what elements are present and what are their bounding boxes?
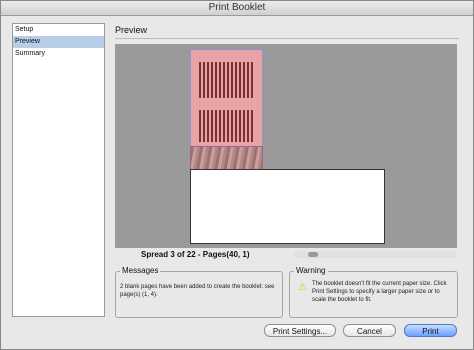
- messages-box: Messages 2 blank pages have been added t…: [115, 266, 283, 318]
- spread-scrollbar[interactable]: [294, 251, 457, 258]
- spread-label: Spread 3 of 22 - Pages(40, 1): [141, 250, 250, 259]
- divider: [115, 38, 459, 39]
- sidebar-item-summary[interactable]: Summary: [13, 48, 104, 60]
- print-booklet-dialog: Print Booklet Setup Preview Summary Prev…: [0, 0, 474, 350]
- sidebar: Setup Preview Summary: [12, 23, 105, 317]
- cancel-button[interactable]: Cancel: [343, 324, 396, 337]
- warning-icon: ⚠: [298, 282, 307, 293]
- scroll-thumb[interactable]: [308, 252, 318, 257]
- blank-page: [190, 169, 385, 244]
- page-graphic: [199, 110, 254, 142]
- messages-title: Messages: [120, 266, 161, 275]
- print-settings-button[interactable]: Print Settings...: [264, 324, 336, 337]
- window-title: Print Booklet: [1, 1, 473, 16]
- print-button[interactable]: Print: [404, 324, 457, 337]
- warning-text: The booklet doesn't fit the current pape…: [312, 281, 447, 303]
- warning-box: Warning ⚠ The booklet doesn't fit the cu…: [289, 266, 458, 318]
- messages-text: 2 blank pages have been added to create …: [120, 284, 275, 298]
- sidebar-item-preview[interactable]: Preview: [13, 36, 104, 48]
- page-graphic: [199, 62, 254, 98]
- page-title: Preview: [115, 25, 148, 35]
- sidebar-item-setup[interactable]: Setup: [13, 24, 104, 36]
- preview-canvas: [115, 44, 457, 248]
- warning-title: Warning: [294, 266, 328, 275]
